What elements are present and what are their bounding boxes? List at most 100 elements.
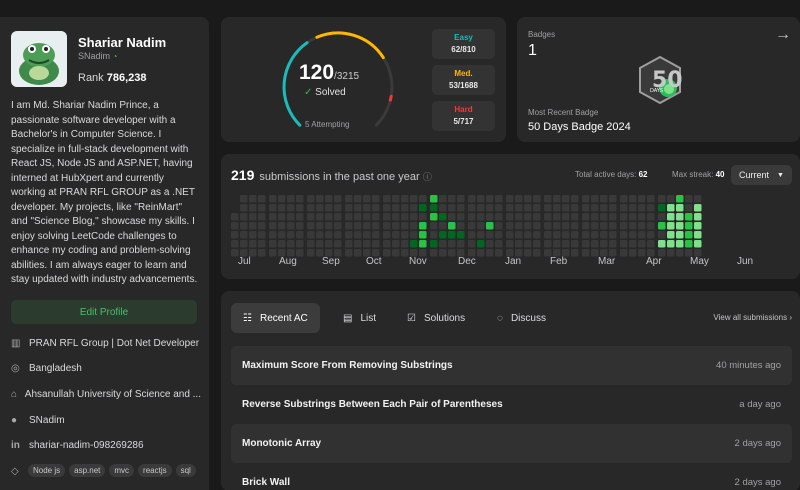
heatmap-cell[interactable]	[620, 195, 628, 203]
heatmap-cell[interactable]	[477, 204, 485, 212]
heatmap-cell[interactable]	[258, 195, 266, 203]
arrow-right-icon[interactable]: →	[775, 26, 791, 44]
heatmap-cell[interactable]	[345, 195, 353, 203]
heatmap-cell[interactable]	[439, 231, 447, 239]
heatmap-cell[interactable]	[392, 249, 400, 257]
heatmap-cell[interactable]	[363, 240, 371, 248]
heatmap-cell[interactable]	[571, 231, 579, 239]
heatmap-cell[interactable]	[638, 222, 646, 230]
heatmap-cell[interactable]	[600, 222, 608, 230]
heatmap-cell[interactable]	[383, 195, 391, 203]
heatmap-cell[interactable]	[591, 231, 599, 239]
heatmap-cell[interactable]	[667, 213, 675, 221]
heatmap-cell[interactable]	[495, 222, 503, 230]
heatmap-cell[interactable]	[410, 240, 418, 248]
heatmap-cell[interactable]	[419, 213, 427, 221]
heatmap-cell[interactable]	[439, 240, 447, 248]
avatar[interactable]	[11, 31, 67, 87]
heatmap-cell[interactable]	[392, 222, 400, 230]
heatmap-cell[interactable]	[430, 204, 438, 212]
heatmap-cell[interactable]	[620, 213, 628, 221]
heatmap-cell[interactable]	[278, 231, 286, 239]
heatmap-cell[interactable]	[515, 240, 523, 248]
heatmap-cell[interactable]	[506, 240, 514, 248]
heatmap-cell[interactable]	[296, 204, 304, 212]
heatmap-cell[interactable]	[325, 213, 333, 221]
skill-tag[interactable]: asp.net	[69, 464, 106, 477]
heatmap-cell[interactable]	[325, 240, 333, 248]
problem-title[interactable]: Maximum Score From Removing Substrings	[242, 360, 453, 371]
heatmap-cell[interactable]	[345, 213, 353, 221]
heatmap-cell[interactable]	[287, 213, 295, 221]
heatmap-cell[interactable]	[544, 231, 552, 239]
heatmap-cell[interactable]	[582, 195, 590, 203]
heatmap-cell[interactable]	[269, 249, 277, 257]
heatmap-cell[interactable]	[524, 204, 532, 212]
heatmap-cell[interactable]	[486, 222, 494, 230]
heatmap-cell[interactable]	[430, 231, 438, 239]
easy-box[interactable]: Easy 62/810	[432, 29, 495, 59]
heatmap-cell[interactable]	[468, 222, 476, 230]
heatmap-cell[interactable]	[591, 213, 599, 221]
heatmap-cell[interactable]	[591, 240, 599, 248]
heatmap-cell[interactable]	[667, 204, 675, 212]
heatmap-cell[interactable]	[694, 240, 702, 248]
heatmap-cell[interactable]	[354, 249, 362, 257]
heatmap-cell[interactable]	[600, 195, 608, 203]
heatmap-cell[interactable]	[533, 231, 541, 239]
heatmap-cell[interactable]	[609, 213, 617, 221]
heatmap-cell[interactable]	[524, 222, 532, 230]
heatmap-cell[interactable]	[486, 231, 494, 239]
heatmap-cell[interactable]	[629, 195, 637, 203]
heatmap-cell[interactable]	[249, 195, 257, 203]
heatmap-cell[interactable]	[258, 231, 266, 239]
heatmap-cell[interactable]	[638, 213, 646, 221]
heatmap-cell[interactable]	[307, 222, 315, 230]
heatmap-cell[interactable]	[307, 195, 315, 203]
heatmap-cell[interactable]	[658, 231, 666, 239]
heatmap-cell[interactable]	[629, 240, 637, 248]
skill-tag[interactable]: Node js	[28, 464, 66, 477]
heatmap-cell[interactable]	[562, 222, 570, 230]
heatmap-cell[interactable]	[383, 204, 391, 212]
heatmap-cell[interactable]	[515, 222, 523, 230]
heatmap-cell[interactable]	[345, 231, 353, 239]
heatmap-cell[interactable]	[354, 231, 362, 239]
heatmap-cell[interactable]	[647, 213, 655, 221]
heatmap-cell[interactable]	[685, 240, 693, 248]
info-icon[interactable]: ⓘ	[423, 172, 432, 182]
heatmap-cell[interactable]	[694, 204, 702, 212]
heatmap-cell[interactable]	[439, 213, 447, 221]
heatmap-cell[interactable]	[430, 249, 438, 257]
heatmap-cell[interactable]	[307, 249, 315, 257]
heatmap-cell[interactable]	[258, 240, 266, 248]
badge-50-days-icon[interactable]: 50 DAYS	[636, 55, 684, 105]
heatmap-cell[interactable]	[419, 204, 427, 212]
heatmap-cell[interactable]	[316, 231, 324, 239]
heatmap-cell[interactable]	[296, 240, 304, 248]
skill-tag[interactable]: reactjs	[138, 464, 172, 477]
heatmap-cell[interactable]	[278, 222, 286, 230]
heatmap-cell[interactable]	[231, 231, 239, 239]
heatmap-cell[interactable]	[544, 222, 552, 230]
heatmap-cell[interactable]	[524, 231, 532, 239]
heatmap-cell[interactable]	[419, 240, 427, 248]
heatmap-cell[interactable]	[249, 240, 257, 248]
heatmap-cell[interactable]	[582, 249, 590, 257]
heatmap-cell[interactable]	[658, 213, 666, 221]
list-item[interactable]: Monotonic Array 2 days ago	[231, 424, 792, 463]
heatmap-cell[interactable]	[316, 213, 324, 221]
heatmap-cell[interactable]	[533, 213, 541, 221]
heatmap-cell[interactable]	[486, 249, 494, 257]
heatmap-cell[interactable]	[457, 231, 465, 239]
list-item[interactable]: Reverse Substrings Between Each Pair of …	[231, 385, 792, 424]
heatmap-cell[interactable]	[372, 231, 380, 239]
heatmap-cell[interactable]	[468, 231, 476, 239]
heatmap-cell[interactable]	[240, 240, 248, 248]
heatmap-cell[interactable]	[533, 222, 541, 230]
heatmap-cell[interactable]	[685, 204, 693, 212]
heatmap-cell[interactable]	[325, 195, 333, 203]
heatmap-cell[interactable]	[240, 213, 248, 221]
heatmap-cell[interactable]	[676, 204, 684, 212]
heatmap-cell[interactable]	[296, 222, 304, 230]
